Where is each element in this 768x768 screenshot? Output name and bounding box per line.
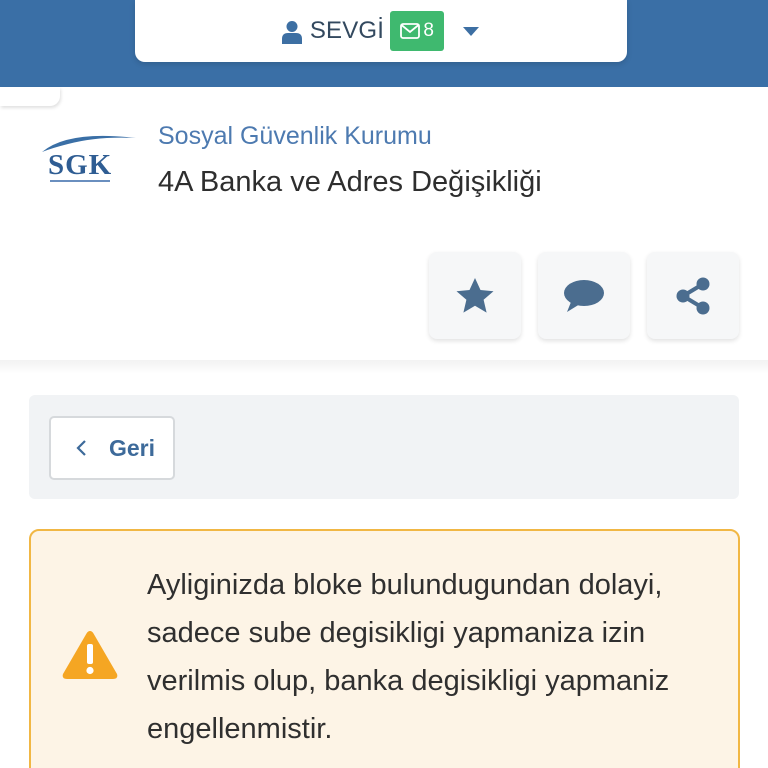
warning-message: Ayliginizda bloke bulundugundan dolayi, … xyxy=(147,569,670,745)
svg-text:SGK: SGK xyxy=(48,149,112,181)
warning-alert: Ayliginizda bloke bulundugundan dolayi, … xyxy=(29,529,740,768)
institution-name[interactable]: Sosyal Güvenlik Kurumu xyxy=(158,122,432,151)
envelope-icon xyxy=(400,23,421,39)
user-icon xyxy=(281,21,302,44)
navigation-bar: Geri xyxy=(29,395,739,499)
caret-down-icon[interactable] xyxy=(462,25,480,37)
side-tab[interactable] xyxy=(0,87,60,106)
back-label: Geri xyxy=(109,434,156,461)
mail-badge[interactable]: 8 xyxy=(390,11,445,51)
section-divider xyxy=(0,360,768,374)
sgk-logo: SGK xyxy=(42,135,136,182)
page-title: 4A Banka ve Adres Değişikliği xyxy=(158,166,542,198)
comment-icon xyxy=(564,279,604,312)
chevron-left-icon xyxy=(76,440,86,456)
star-icon xyxy=(456,277,494,313)
comment-button[interactable] xyxy=(538,252,630,339)
top-header-band: SEVGİ 8 xyxy=(0,0,768,87)
mail-count: 8 xyxy=(423,20,434,41)
user-menu[interactable]: SEVGİ 8 xyxy=(135,0,627,62)
favorite-button[interactable] xyxy=(429,252,521,339)
share-button[interactable] xyxy=(647,252,739,339)
share-icon xyxy=(676,277,710,314)
user-name: SEVGİ xyxy=(309,17,385,44)
back-button[interactable]: Geri xyxy=(49,416,175,480)
warning-icon xyxy=(62,631,118,679)
page: SEVGİ 8 SGK Sosyal Güvenlik Kurumu 4A Ba… xyxy=(0,0,768,768)
